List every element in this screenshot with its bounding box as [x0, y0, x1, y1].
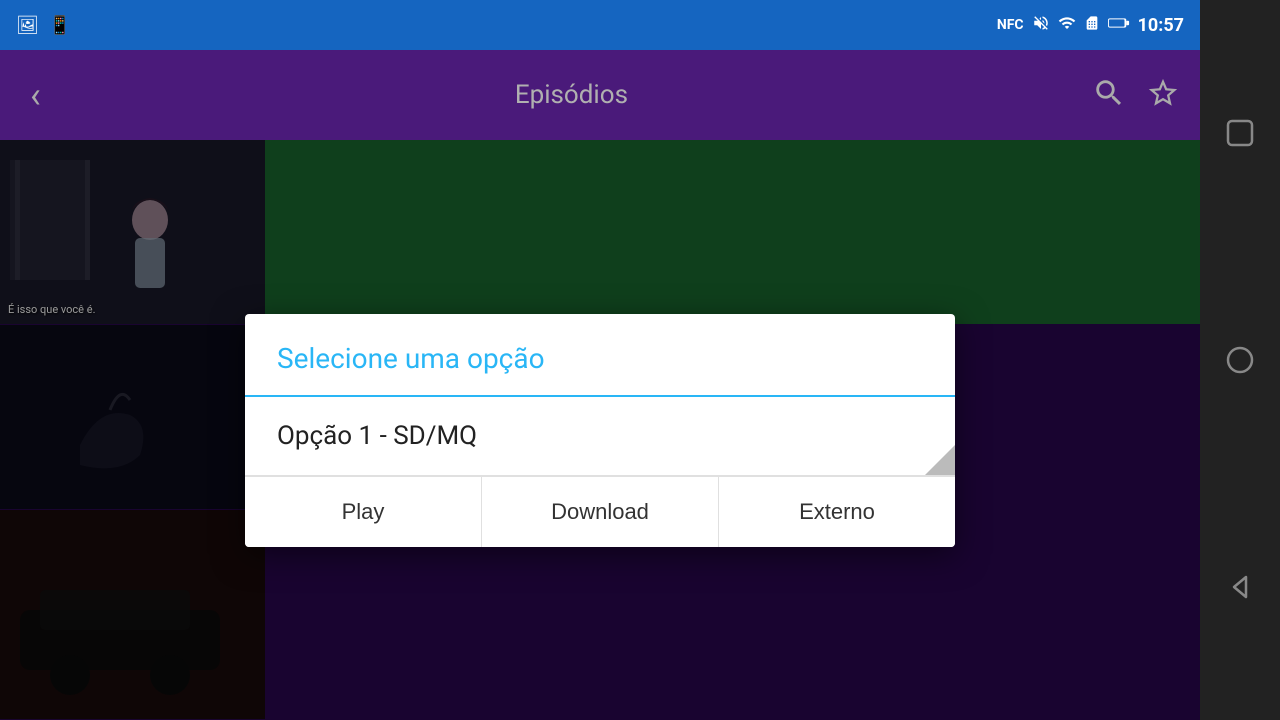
status-bar-left: 🖼 📱 — [16, 15, 71, 36]
android-icon: 📱 — [49, 15, 71, 36]
download-button[interactable]: Download — [482, 477, 719, 547]
back-nav-button[interactable] — [1215, 562, 1265, 612]
dialog-title: Selecione uma opção — [277, 342, 545, 375]
back-button[interactable]: ‹ — [20, 64, 51, 126]
app-bar: ‹ Episódios — [0, 50, 1200, 140]
circle-nav-button[interactable] — [1215, 335, 1265, 385]
favorite-icon[interactable] — [1146, 76, 1180, 114]
app-bar-actions — [1092, 76, 1180, 114]
externo-button[interactable]: Externo — [719, 477, 955, 547]
battery-icon — [1108, 16, 1130, 34]
dialog-option: Opção 1 - SD/MQ — [277, 421, 477, 451]
square-nav-button[interactable] — [1215, 108, 1265, 158]
dialog-actions: Play Download Externo — [245, 476, 955, 547]
dialog-overlay: Selecione uma opção Opção 1 - SD/MQ Play… — [0, 140, 1200, 720]
status-bar-right: NFC 10:57 — [997, 14, 1184, 36]
page-title: Episódios — [51, 80, 1092, 110]
sim-icon — [1084, 14, 1100, 36]
time-display: 10:57 — [1138, 15, 1184, 36]
dialog: Selecione uma opção Opção 1 - SD/MQ Play… — [245, 314, 955, 547]
status-bar: 🖼 📱 NFC 10:57 — [0, 0, 1200, 50]
mute-icon — [1032, 14, 1050, 36]
gallery-icon: 🖼 — [16, 15, 39, 36]
nav-buttons — [1200, 0, 1280, 720]
dialog-corner-decoration — [925, 445, 955, 475]
dialog-content: Opção 1 - SD/MQ — [245, 397, 955, 476]
nfc-icon: NFC — [997, 17, 1024, 33]
wifi-icon — [1058, 14, 1076, 36]
search-icon[interactable] — [1092, 76, 1126, 114]
dialog-header: Selecione uma opção — [245, 314, 955, 397]
play-button[interactable]: Play — [245, 477, 482, 547]
